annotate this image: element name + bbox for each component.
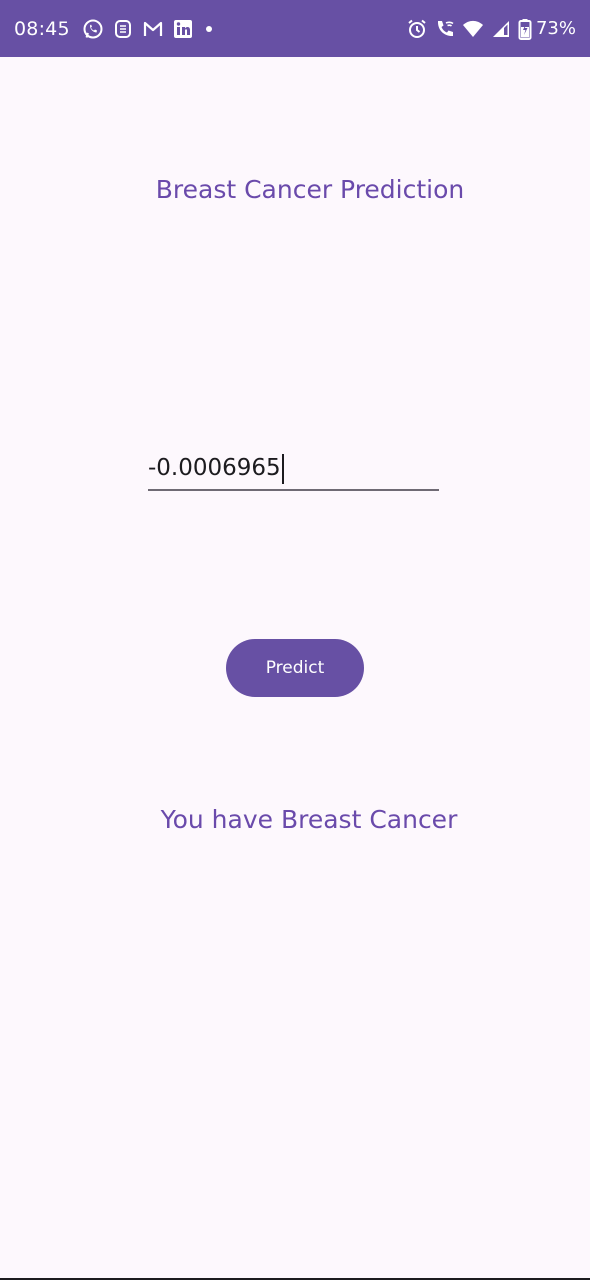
predict-button[interactable]: Predict [226,639,364,697]
wifi-icon [462,18,484,40]
page-title: Breast Cancer Prediction [155,175,465,204]
feature-input-field[interactable]: -0.0006965 [148,449,439,491]
wifi-calling-icon [434,18,456,40]
battery-icon [518,18,532,40]
text-cursor [281,453,284,484]
signal-icon [490,18,512,40]
status-time: 08:45 [14,17,70,40]
whatsapp-icon [82,18,104,40]
linkedin-icon [172,18,194,40]
predict-button-label: Predict [265,658,325,678]
battery-percentage: 73% [535,18,576,39]
feature-input-value[interactable]: -0.0006965 [148,449,281,487]
gmail-icon [142,18,164,40]
prediction-result: You have Breast Cancer [160,805,458,834]
status-left: 08:45 [14,0,212,57]
status-right: 73% [406,0,576,57]
notification-dot-icon [205,25,212,32]
status-bar: 08:45 73% [0,0,590,57]
sim-toolkit-icon [112,18,134,40]
alarm-icon [406,18,428,40]
